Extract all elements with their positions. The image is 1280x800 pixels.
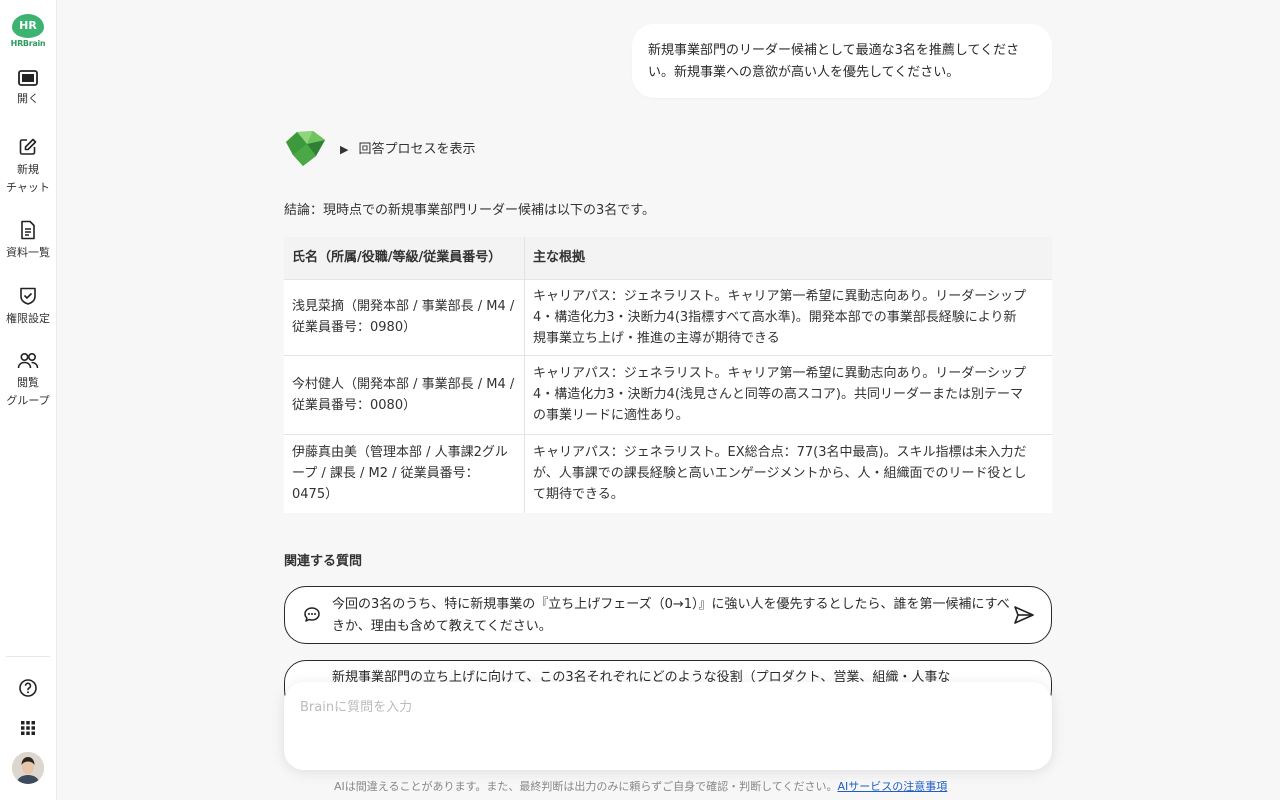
- related-question-1[interactable]: 今回の3名のうち、特に新規事業の『立ち上げフェーズ（0→1）』に強い人を優先する…: [284, 586, 1052, 644]
- show-process-toggle[interactable]: ▶ 回答プロセスを表示: [340, 139, 475, 161]
- disclaimer: AIは間違えることがあります。また、最終判断は出力のみに頼らずご自身で確認・判断…: [334, 778, 947, 796]
- user-message-bubble: 新規事業部門のリーダー候補として最適な3名を推薦してください。新規事業への意欲が…: [632, 24, 1052, 98]
- candidates-table: 氏名（所属/役職/等級/従業員番号） 主な根拠 浅見菜摘（開発本部 / 事業部長…: [284, 237, 1052, 513]
- document-icon: [21, 220, 35, 240]
- users-icon: [17, 352, 39, 369]
- ai-service-notice-link[interactable]: AIサービスの注意事項: [837, 780, 947, 793]
- triangle-right-icon: ▶: [340, 143, 349, 156]
- candidate-reason-cell: キャリアパス：ジェネラリスト。キャリア第一希望に異動志向あり。リーダーシップ4・…: [524, 354, 1052, 434]
- sidebar-item-label: 権限設定: [6, 312, 50, 325]
- sidebar-item-permissions[interactable]: 権限設定: [0, 286, 56, 328]
- apps-grid-icon[interactable]: [16, 716, 40, 740]
- disclaimer-text: AIは間違えることがあります。また、最終判断は出力のみに頼らずご自身で確認・判断…: [334, 780, 838, 793]
- candidate-name-cell: 伊藤真由美（管理本部 / 人事課2グループ / 課長 / M2 / 従業員番号：…: [284, 433, 525, 513]
- related-question-text: 今回の3名のうち、特に新規事業の『立ち上げフェーズ（0→1）』に強い人を優先する…: [332, 597, 1010, 634]
- candidate-reason-cell: キャリアパス：ジェネラリスト。キャリア第一希望に異動志向あり。リーダーシップ4・…: [524, 278, 1052, 355]
- new-chat-icon: [19, 138, 37, 155]
- candidate-reason-cell: キャリアパス：ジェネラリスト。EX総合点：77(3名中最高)。スキル指標は未入力…: [524, 433, 1052, 513]
- chat-bubble-icon: [304, 607, 320, 622]
- chat-input-box[interactable]: [284, 682, 1052, 770]
- sidebar: HR HRBrain 開く 新規 チャット 資料一覧 権限設定 閲覧 グループ: [0, 0, 57, 800]
- chat-input-field[interactable]: [298, 694, 1038, 758]
- hrbrain-logo[interactable]: HR HRBrain: [10, 14, 46, 50]
- column-header-reason: 主な根拠: [524, 237, 1052, 279]
- table-row: 今村健人（開発本部 / 事業部長 / M4 / 従業員番号：0080） キャリア…: [284, 354, 1052, 434]
- help-icon[interactable]: [16, 676, 40, 700]
- show-process-label: 回答プロセスを表示: [358, 142, 476, 157]
- shield-check-icon: [20, 287, 36, 305]
- candidate-name-cell: 浅見菜摘（開発本部 / 事業部長 / M4 / 従業員番号：0980）: [284, 278, 525, 355]
- sidebar-item-documents[interactable]: 資料一覧: [0, 220, 56, 262]
- table-header-row: 氏名（所属/役職/等級/従業員番号） 主な根拠: [284, 237, 1052, 279]
- brain-ai-icon: [283, 128, 327, 168]
- panel-icon: [18, 70, 38, 86]
- logo-mark: HR: [12, 14, 44, 38]
- conclusion-text: 結論：現時点での新規事業部門リーダー候補は以下の3名です。: [284, 203, 655, 218]
- sidebar-item-label: 閲覧 グループ: [6, 376, 50, 407]
- column-header-name: 氏名（所属/役職/等級/従業員番号）: [284, 237, 525, 279]
- table-row: 伊藤真由美（管理本部 / 人事課2グループ / 課長 / M2 / 従業員番号：…: [284, 433, 1052, 513]
- user-message-text: 新規事業部門のリーダー候補として最適な3名を推薦してください。新規事業への意欲が…: [648, 43, 1020, 80]
- candidate-name-cell: 今村健人（開発本部 / 事業部長 / M4 / 従業員番号：0080）: [284, 354, 525, 434]
- sidebar-item-view-groups[interactable]: 閲覧 グループ: [0, 352, 56, 410]
- sidebar-item-label: 資料一覧: [6, 246, 50, 259]
- related-questions-title: 関連する質問: [284, 554, 363, 569]
- logo-text: HRBrain: [10, 39, 46, 48]
- user-avatar[interactable]: [12, 752, 44, 784]
- table-row: 浅見菜摘（開発本部 / 事業部長 / M4 / 従業員番号：0980） キャリア…: [284, 278, 1052, 355]
- sidebar-item-new-chat[interactable]: 新規 チャット: [0, 137, 56, 197]
- sidebar-divider: [6, 656, 50, 657]
- sidebar-item-label: 新規 チャット: [6, 163, 50, 194]
- sidebar-item-open[interactable]: 開く: [0, 70, 56, 108]
- sidebar-item-label: 開く: [17, 92, 39, 105]
- send-icon[interactable]: [1013, 604, 1035, 626]
